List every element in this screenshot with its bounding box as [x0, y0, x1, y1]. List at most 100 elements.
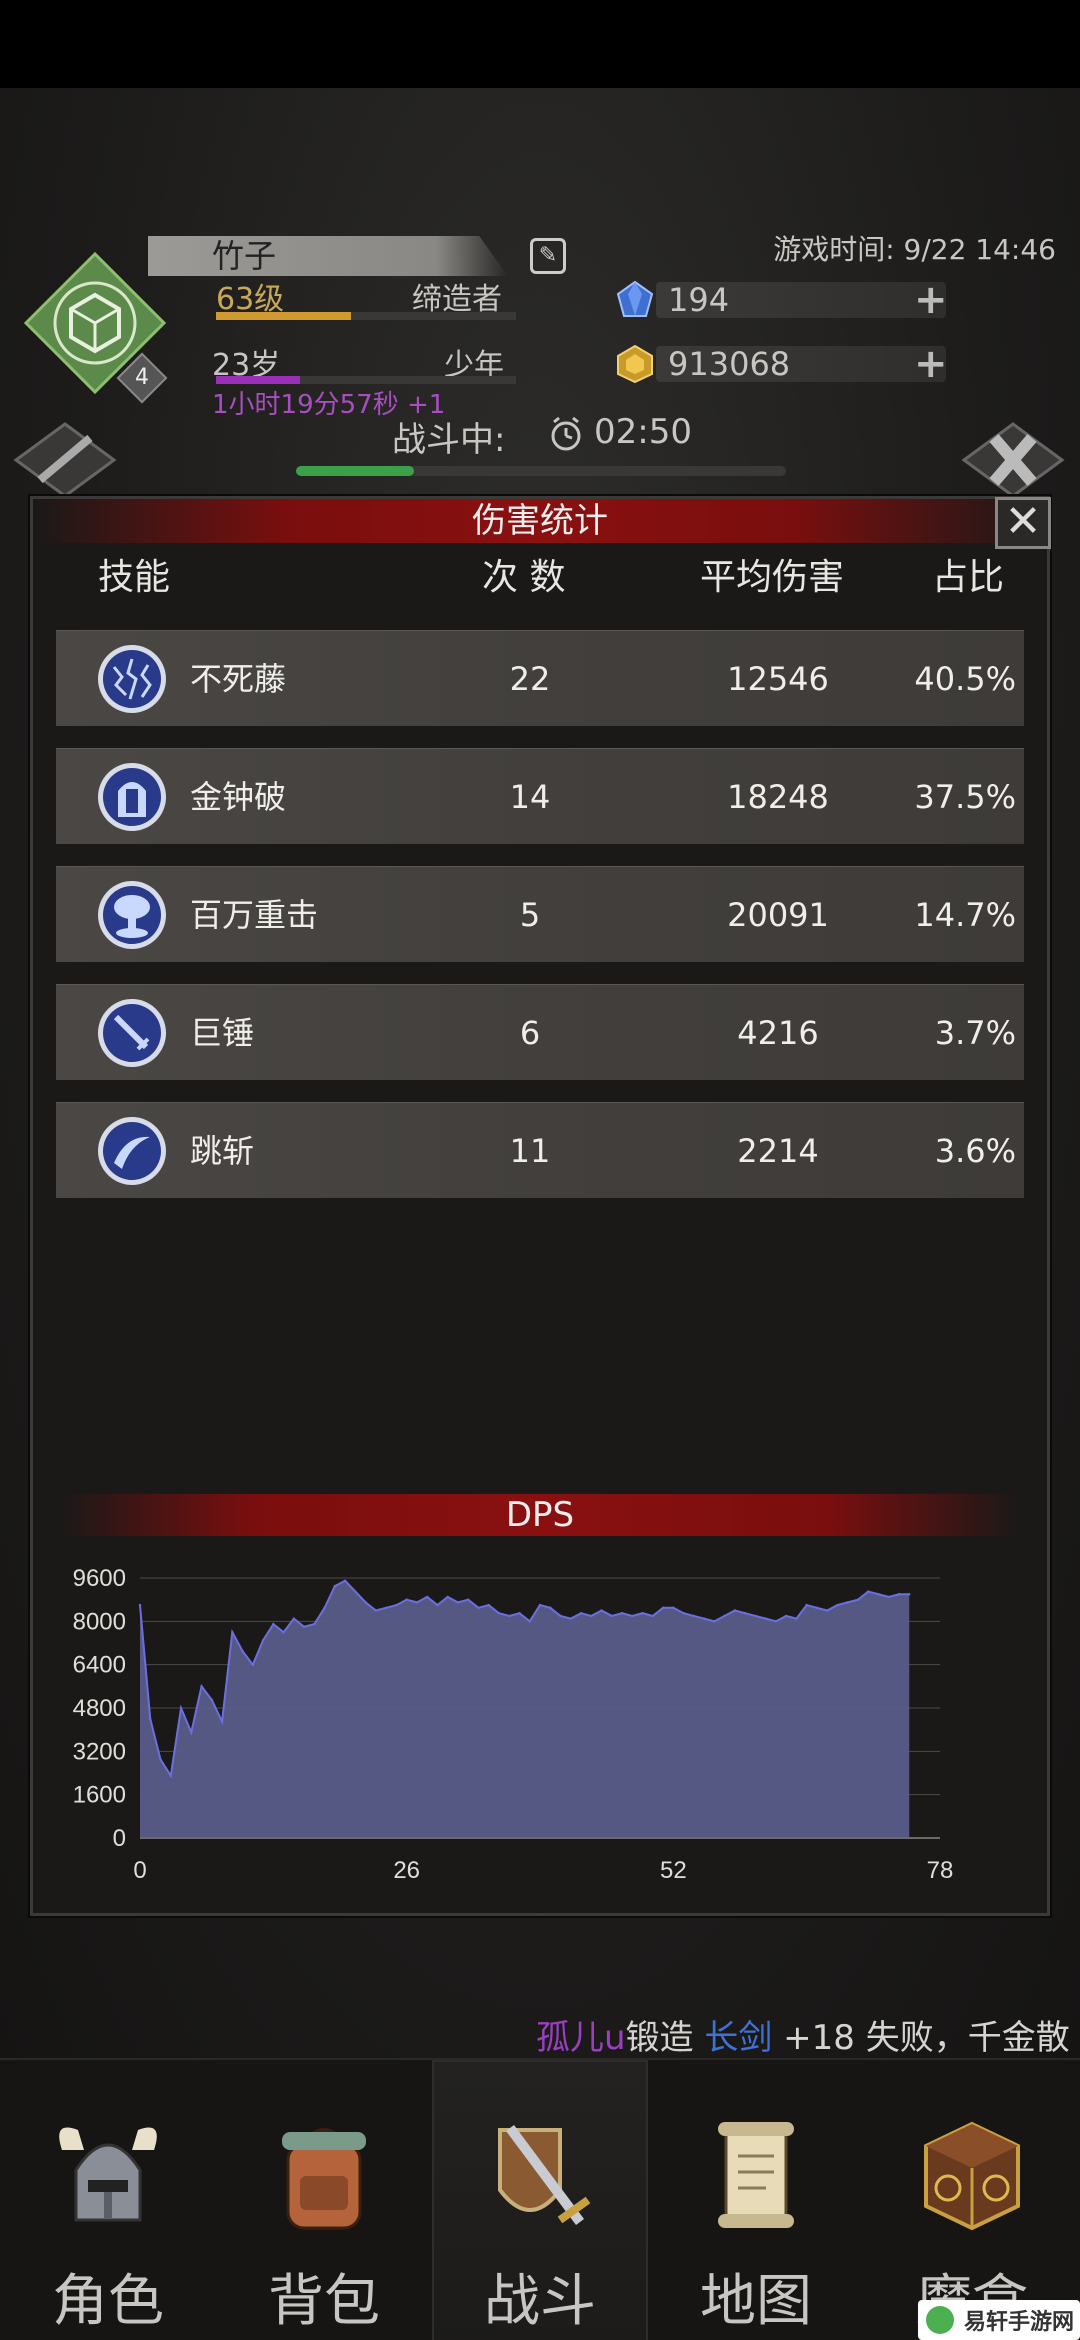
broadcast-ticker: 孤儿u锻造 长剑 +18 失败，千金散 — [536, 2010, 1070, 2059]
dps-point — [559, 1614, 562, 1618]
header-avg-damage: 平均伤害 — [700, 557, 845, 598]
close-button[interactable]: ✕ — [995, 497, 1051, 549]
skill-name: 巨锤 — [190, 1014, 255, 1052]
dps-point — [528, 1620, 531, 1623]
ticker-result: +18 失败，千金散 — [772, 2018, 1070, 2058]
y-tick-label: 0 — [113, 1825, 126, 1852]
lightning-vines-icon — [98, 645, 166, 713]
dps-point — [733, 1609, 737, 1612]
dps-point — [784, 1614, 788, 1618]
dps-point — [723, 1614, 726, 1618]
skill-name: 不死藤 — [190, 660, 287, 698]
dps-point — [159, 1758, 162, 1761]
dps-point — [272, 1622, 275, 1626]
skill-percent: 37.5% — [914, 778, 1016, 816]
dps-point — [333, 1584, 337, 1588]
experience-bar — [216, 312, 516, 320]
dps-point — [313, 1622, 316, 1626]
horned-helmet-icon — [59, 2127, 157, 2222]
nav-backpack[interactable]: 背包 — [216, 2060, 432, 2340]
skill-count: 14 — [509, 778, 551, 816]
add-diamond-button[interactable]: + — [914, 278, 948, 322]
nav-map[interactable]: 地图 — [648, 2060, 864, 2340]
dps-point — [764, 1617, 767, 1620]
dps-point — [190, 1731, 193, 1734]
header-skill: 技能 — [98, 557, 171, 598]
skill-avg-damage: 4216 — [737, 1014, 819, 1052]
skill-percent: 40.5% — [914, 660, 1016, 698]
dps-point — [497, 1612, 501, 1615]
dps-point — [856, 1598, 860, 1601]
skill-count: 6 — [519, 1014, 541, 1052]
watermark-logo-icon — [926, 2306, 954, 2334]
dps-point — [200, 1685, 203, 1688]
table-row[interactable]: 巨锤 6 4216 3.7% — [56, 984, 1024, 1080]
dps-point — [251, 1663, 255, 1666]
y-tick-label: 4800 — [73, 1695, 126, 1722]
dps-point — [518, 1612, 521, 1615]
skill-avg-damage: 12546 — [727, 660, 829, 698]
dps-point — [477, 1606, 480, 1609]
gold-ingot-icon — [617, 344, 653, 384]
age-bar — [216, 376, 516, 384]
skill-avg-damage: 2214 — [737, 1132, 819, 1170]
alarm-clock-icon — [551, 416, 581, 451]
name-plate — [148, 236, 508, 276]
game-time: 游戏时间: 9/22 14:46 — [773, 233, 1056, 266]
dps-point — [815, 1606, 819, 1609]
gold-resource: 913068 + — [616, 342, 966, 386]
skill-percent: 3.7% — [934, 1014, 1016, 1052]
dps-point — [743, 1612, 747, 1615]
nav-label: 战斗 — [484, 2269, 596, 2334]
dps-point — [364, 1601, 367, 1604]
dps-point — [425, 1595, 429, 1599]
skill-avg-damage: 20091 — [727, 896, 829, 934]
dps-point — [600, 1609, 603, 1612]
header-percent: 占比 — [932, 557, 1005, 598]
dps-point — [836, 1603, 839, 1607]
dps-point — [231, 1630, 234, 1634]
dps-chart-title: DPS — [505, 1495, 575, 1535]
table-row[interactable]: 跳斩 11 2214 3.6% — [56, 1102, 1024, 1198]
player-name: 竹子 — [212, 237, 277, 275]
dps-point — [538, 1603, 542, 1607]
dps-point — [138, 1603, 142, 1607]
dps-chart: 0 1600 3200 4800 6400 8000 9600 0 26 52 78 — [73, 1565, 954, 1884]
nav-character[interactable]: 角色 — [0, 2060, 216, 2340]
table-row[interactable]: 金钟破 14 18248 37.5% — [56, 748, 1024, 844]
weapon-slot-icon[interactable] — [10, 420, 120, 500]
ticker-player[interactable]: 孤儿u — [536, 2018, 626, 2058]
x-tick-label: 26 — [393, 1857, 420, 1884]
dps-point — [487, 1603, 490, 1607]
dps-point — [241, 1649, 244, 1653]
dps-point — [149, 1717, 152, 1721]
add-gold-button[interactable]: + — [914, 342, 948, 386]
table-row[interactable]: 不死藤 22 12546 40.5% — [56, 630, 1024, 726]
y-tick-label: 1600 — [73, 1782, 126, 1809]
table-row[interactable]: 百万重击 5 20091 14.7% — [56, 866, 1024, 962]
dps-point — [415, 1601, 419, 1604]
dps-point — [292, 1617, 296, 1620]
dps-point — [877, 1593, 880, 1596]
skill-count: 22 — [509, 660, 551, 698]
diamond-icon — [616, 280, 654, 317]
nav-magic-box[interactable]: 魔盒 — [864, 2060, 1080, 2340]
dps-point — [620, 1612, 624, 1615]
edit-name-icon[interactable]: ✎ — [530, 238, 566, 274]
skill-percent: 14.7% — [914, 896, 1016, 934]
x-tick-label: 78 — [927, 1857, 954, 1884]
cancel-battle-icon[interactable] — [958, 420, 1068, 500]
golden-bell-icon — [98, 763, 166, 831]
battle-status-label: 战斗中: — [392, 420, 506, 460]
ticker-item[interactable]: 长剑 — [704, 2018, 772, 2058]
modal-title: 伤害统计 — [472, 501, 608, 541]
dps-point — [302, 1625, 306, 1628]
nav-label: 地图 — [700, 2269, 812, 2334]
gold-count: 913068 — [668, 345, 791, 383]
dps-point — [774, 1620, 778, 1623]
dps-point — [446, 1595, 449, 1599]
battle-timer: 02:50 — [594, 412, 692, 452]
x-tick-label: 52 — [660, 1857, 687, 1884]
nav-battle[interactable]: 战斗 — [432, 2060, 648, 2340]
dps-point — [169, 1774, 172, 1777]
